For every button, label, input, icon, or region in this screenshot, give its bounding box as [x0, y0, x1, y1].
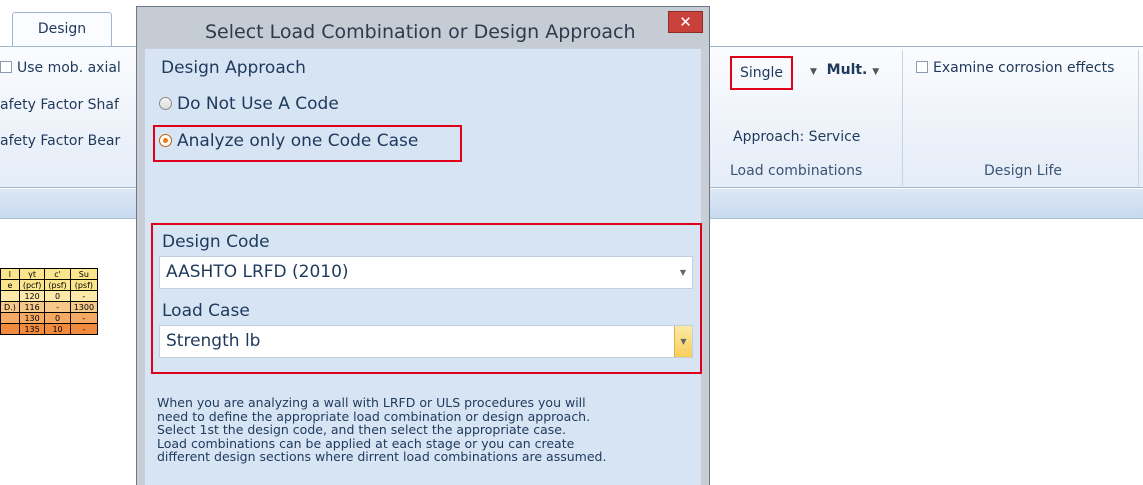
chevron-down-icon[interactable]: ▼ [674, 326, 692, 357]
mult-button[interactable]: ▼ Mult. ▼ [810, 62, 879, 78]
close-icon: ✕ [679, 13, 692, 31]
table-cell: 130 [18, 312, 46, 324]
radio-do-not-use-code[interactable]: Do Not Use A Code [159, 94, 339, 114]
radio-analyze-one-code-case[interactable]: Analyze only one Code Case [159, 131, 418, 151]
load-combination-dialog: Select Load Combination or Design Approa… [136, 6, 710, 485]
design-approach-heading: Design Approach [161, 58, 306, 78]
dialog-title-bar[interactable]: Select Load Combination or Design Approa… [137, 7, 709, 47]
table-cell: D.) [0, 301, 20, 313]
single-button[interactable]: Single [730, 56, 793, 90]
load-case-label: Load Case [162, 301, 250, 321]
examine-corrosion-checkbox[interactable] [916, 61, 928, 73]
help-text: When you are analyzing a wall with LRFD … [157, 396, 697, 464]
soil-properties-table: l γt c' Su e (pcf) (psf) (psf) 120 0 - D… [0, 268, 99, 335]
group-separator [902, 50, 903, 186]
use-mob-axial-option[interactable]: Use mob. axial [0, 60, 121, 76]
table-header-row: e (pcf) (psf) (psf) [0, 279, 99, 291]
mult-button-label: Mult. [826, 62, 868, 78]
use-mob-axial-label: Use mob. axial [17, 60, 121, 76]
help-line: Load combinations can be applied at each… [157, 435, 575, 451]
examine-corrosion-label: Examine corrosion effects [933, 60, 1115, 76]
safety-factor-bearing-label: afety Factor Bear [0, 133, 121, 149]
chevron-down-icon[interactable]: ▼ [674, 257, 692, 288]
tab-design[interactable]: Design [12, 12, 112, 47]
table-row: 130 0 - [0, 312, 99, 324]
load-case-dropdown[interactable]: Strength lb ▼ [159, 325, 693, 358]
examine-corrosion-option[interactable]: Examine corrosion effects [916, 60, 1114, 76]
approach-status: Approach: Service [733, 129, 861, 145]
radio-selected-icon[interactable] [159, 134, 172, 147]
design-code-label: Design Code [162, 232, 270, 252]
table-header-cell: (pcf) [18, 279, 46, 291]
table-cell [0, 323, 20, 335]
single-button-label: Single [739, 65, 784, 81]
table-header-cell: (psf) [69, 279, 99, 291]
table-header-cell: c' [44, 268, 71, 280]
table-header-cell: l [0, 268, 20, 280]
table-header-cell: (psf) [44, 279, 71, 291]
table-cell: 1300 [69, 301, 99, 313]
close-button[interactable]: ✕ [668, 11, 703, 33]
radio-icon[interactable] [159, 97, 172, 110]
chevron-down-icon[interactable]: ▼ [810, 67, 817, 77]
help-line: When you are analyzing a wall with LRFD … [157, 395, 586, 410]
load-case-value: Strength lb [166, 331, 261, 351]
group-label-load-combinations: Load combinations [730, 163, 863, 179]
table-cell: - [69, 290, 99, 302]
dialog-title: Select Load Combination or Design Approa… [205, 21, 636, 43]
table-cell: 0 [44, 290, 71, 302]
safety-factor-shaft-label: afety Factor Shaf [0, 97, 119, 113]
help-line: Select 1st the design code, and then sel… [157, 422, 566, 437]
chevron-down-icon: ▼ [872, 67, 880, 77]
radio-label: Do Not Use A Code [177, 94, 339, 114]
design-code-dropdown[interactable]: AASHTO LRFD (2010) ▼ [159, 256, 693, 289]
group-separator [1138, 50, 1139, 186]
tab-next[interactable] [113, 12, 138, 47]
radio-label: Analyze only one Code Case [177, 131, 419, 151]
table-cell: - [69, 323, 99, 335]
table-cell: 10 [44, 323, 71, 335]
table-header-cell: γt [18, 268, 46, 280]
table-row: 120 0 - [0, 290, 99, 302]
table-cell: - [69, 312, 99, 324]
table-row: D.) 116 - 1300 [0, 301, 99, 313]
help-line: need to define the appropriate load comb… [157, 408, 591, 424]
help-line: different design sections where dirrent … [157, 449, 607, 464]
table-row: 135 10 - [0, 323, 99, 335]
table-cell: 0 [44, 312, 71, 324]
group-label-design-life: Design Life [984, 163, 1063, 179]
table-cell [0, 290, 20, 302]
table-cell [0, 312, 20, 324]
table-cell: 120 [18, 290, 46, 302]
table-header-cell: Su [69, 268, 99, 280]
table-cell: 135 [18, 323, 46, 335]
design-code-value: AASHTO LRFD (2010) [166, 262, 349, 282]
dialog-body: Design Approach Do Not Use A Code Analyz… [145, 49, 702, 485]
table-header-row: l γt c' Su [0, 268, 99, 280]
table-cell: - [44, 301, 71, 313]
use-mob-axial-checkbox[interactable] [0, 61, 12, 73]
table-cell: 116 [18, 301, 46, 313]
table-header-cell: e [0, 279, 20, 291]
